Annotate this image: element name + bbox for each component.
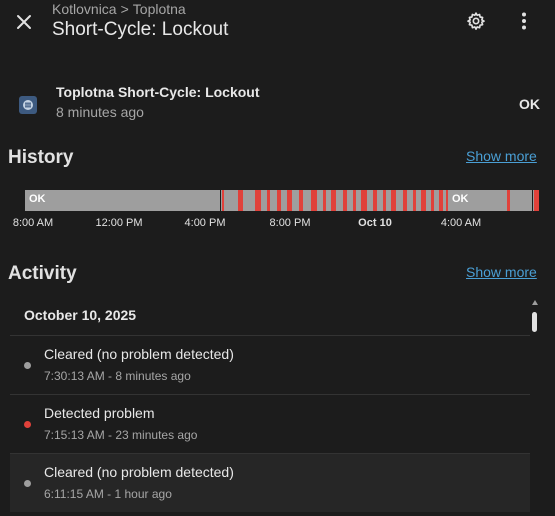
timeline-tick: 12:00 PM bbox=[95, 217, 143, 229]
activity-time: 7:15:13 AM - 23 minutes ago bbox=[44, 428, 198, 442]
timeline-problem-segment bbox=[431, 190, 434, 211]
status-dot-icon bbox=[24, 362, 31, 369]
status-dot-icon bbox=[24, 421, 31, 428]
history-show-more-link[interactable]: Show more bbox=[466, 148, 537, 164]
timeline-tick: 8:00 PM bbox=[269, 217, 311, 229]
timeline-problem-segment bbox=[413, 190, 416, 211]
timeline-problem-segment bbox=[403, 190, 407, 211]
breadcrumb-separator: > bbox=[120, 1, 129, 17]
scrollbar[interactable] bbox=[531, 300, 539, 334]
breadcrumb: Kotlovnica > Toplotna bbox=[52, 1, 186, 17]
activity-item[interactable]: Cleared (no problem detected) 7:30:13 AM… bbox=[10, 336, 530, 394]
timeline-problem-segment bbox=[353, 190, 356, 211]
more-options-button[interactable] bbox=[512, 8, 536, 34]
timeline-problem-segment bbox=[277, 190, 281, 211]
scroll-up-arrow-icon[interactable] bbox=[532, 300, 538, 305]
activity-date-header: October 10, 2025 bbox=[24, 307, 137, 323]
breadcrumb-area: Kotlovnica bbox=[52, 1, 117, 17]
timeline-state-label: OK bbox=[29, 193, 46, 205]
activity-time: 6:11:15 AM - 1 hour ago bbox=[44, 487, 172, 501]
close-icon bbox=[17, 15, 31, 29]
timeline-problem-segment bbox=[222, 190, 224, 211]
binary-sensor-icon bbox=[19, 96, 37, 114]
settings-button[interactable] bbox=[463, 8, 489, 34]
timeline-problem-segment bbox=[507, 190, 510, 211]
breadcrumb-device: Toplotna bbox=[132, 1, 186, 17]
timeline-problem-segment bbox=[299, 190, 303, 211]
status-dot-icon bbox=[24, 480, 31, 487]
page-title: Short-Cycle: Lockout bbox=[52, 19, 229, 40]
timeline-problem-segment bbox=[373, 190, 377, 211]
timeline-tick: 8:00 AM bbox=[12, 217, 54, 229]
activity-time: 7:30:13 AM - 8 minutes ago bbox=[44, 369, 191, 383]
binary-sensor-glyph bbox=[23, 100, 33, 110]
timeline-problem-segment bbox=[323, 190, 326, 211]
timeline-problem-segment bbox=[267, 190, 270, 211]
timeline-problem-segment bbox=[238, 190, 243, 211]
activity-item[interactable]: Detected problem 7:15:13 AM - 23 minutes… bbox=[10, 395, 530, 453]
timeline-problem-segment bbox=[287, 190, 292, 211]
timeline-problem-segment bbox=[343, 190, 347, 211]
history-title: History bbox=[8, 147, 74, 168]
timeline-gap bbox=[220, 190, 221, 211]
close-button[interactable] bbox=[10, 8, 38, 36]
timeline-gap bbox=[532, 190, 533, 211]
entity-name: Toplotna Short-Cycle: Lockout bbox=[56, 84, 260, 100]
entity-state: OK bbox=[519, 96, 540, 112]
timeline-problem-segment bbox=[421, 190, 426, 211]
timeline-tick: Oct 10 bbox=[358, 217, 392, 229]
timeline-problem-segment bbox=[391, 190, 396, 211]
activity-message: Cleared (no problem detected) bbox=[44, 464, 234, 480]
timeline-problem-segment bbox=[255, 190, 261, 211]
activity-show-more-link[interactable]: Show more bbox=[466, 264, 537, 280]
timeline-problem-segment bbox=[446, 190, 448, 211]
timeline-tick: 4:00 AM bbox=[440, 217, 482, 229]
scrollbar-thumb[interactable] bbox=[532, 312, 537, 332]
timeline-problem-segment bbox=[534, 190, 539, 211]
timeline-problem-segment bbox=[311, 190, 317, 211]
history-timeline[interactable]: OK OK bbox=[25, 190, 539, 211]
entity-last-changed: 8 minutes ago bbox=[56, 104, 144, 120]
activity-message: Cleared (no problem detected) bbox=[44, 346, 234, 362]
timeline-problem-segment bbox=[361, 190, 367, 211]
activity-title: Activity bbox=[8, 263, 77, 284]
more-vertical-icon bbox=[522, 12, 526, 30]
activity-item[interactable]: Cleared (no problem detected) 6:11:15 AM… bbox=[10, 454, 530, 512]
timeline-tick: 4:00 PM bbox=[184, 217, 226, 229]
timeline-problem-segment bbox=[383, 190, 386, 211]
timeline-problem-segment bbox=[331, 190, 336, 211]
timeline-problem-segment bbox=[439, 190, 443, 211]
timeline-state-label: OK bbox=[452, 193, 469, 205]
gear-icon bbox=[467, 12, 485, 30]
activity-message: Detected problem bbox=[44, 405, 155, 421]
